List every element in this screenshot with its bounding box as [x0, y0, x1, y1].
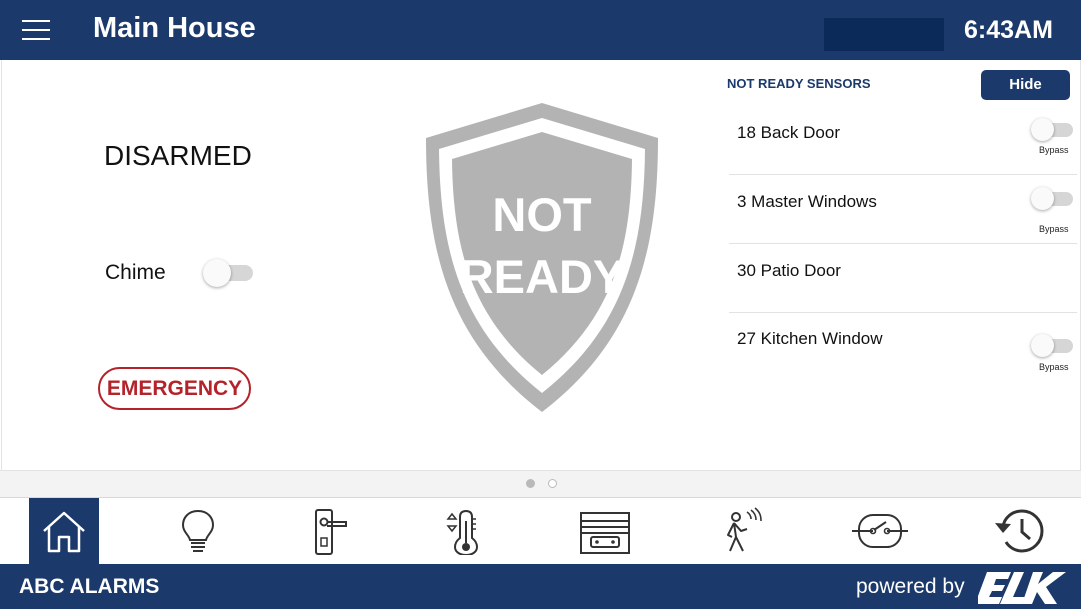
toggle-knob	[1031, 187, 1054, 210]
header-blank-panel	[824, 18, 944, 51]
motion-sensor-icon	[727, 507, 762, 552]
footer-bar: ABC ALARMS powered by	[0, 564, 1081, 609]
home-icon	[43, 511, 85, 553]
hamburger-menu-icon[interactable]	[22, 19, 50, 41]
sensor-name: 30 Patio Door	[737, 261, 841, 280]
nav-climate[interactable]	[431, 498, 501, 564]
top-bar: Main House 6:43AM	[0, 0, 1081, 60]
bottom-nav	[0, 498, 1081, 564]
brand-name: ABC ALARMS	[19, 575, 160, 598]
bypass-label: Bypass	[1039, 362, 1069, 372]
history-icon	[995, 509, 1044, 553]
toggle-knob	[1031, 118, 1054, 141]
page-indicator	[0, 470, 1081, 498]
sensor-row: 3 Master Windows Bypass	[729, 176, 1077, 244]
powered-by-label: powered by	[856, 575, 965, 598]
hide-button[interactable]: Hide	[981, 70, 1070, 100]
not-ready-sensors-heading: NOT READY SENSORS	[727, 76, 871, 91]
bypass-toggle[interactable]	[1031, 118, 1073, 142]
page-dot-2[interactable]	[548, 479, 557, 488]
page-title: Main House	[93, 12, 256, 44]
elk-logo	[978, 572, 1066, 604]
door-lock-icon	[315, 509, 347, 555]
garage-icon	[580, 512, 630, 554]
nav-lights[interactable]	[163, 498, 233, 564]
nav-garage[interactable]	[568, 498, 638, 564]
emergency-button[interactable]: EMERGENCY	[98, 367, 251, 410]
chime-label: Chime	[105, 261, 166, 284]
bypass-toggle[interactable]	[1031, 187, 1073, 211]
chime-toggle[interactable]	[203, 258, 253, 288]
shield-line-2: READY	[459, 250, 625, 303]
sensor-name: 27 Kitchen Window	[737, 329, 883, 348]
lightbulb-icon	[181, 509, 215, 552]
page-dot-1[interactable]	[526, 479, 535, 488]
sensor-row: 30 Patio Door	[729, 245, 1077, 313]
sensor-row: 18 Back Door Bypass	[729, 107, 1077, 175]
switch-icon	[852, 514, 908, 548]
nav-locks[interactable]	[297, 498, 367, 564]
thermostat-icon	[446, 509, 479, 555]
nav-outputs[interactable]	[840, 498, 910, 564]
sensor-name: 3 Master Windows	[737, 192, 877, 211]
sensor-row: 27 Kitchen Window Bypass	[729, 313, 1077, 381]
sensor-name: 18 Back Door	[737, 123, 840, 142]
bypass-label: Bypass	[1039, 145, 1069, 155]
toggle-knob	[203, 259, 231, 287]
toggle-knob	[1031, 334, 1054, 357]
shield-line-1: NOT	[492, 188, 592, 241]
bypass-label: Bypass	[1039, 224, 1069, 234]
nav-motion[interactable]	[703, 498, 773, 564]
arm-state-label: DISARMED	[104, 140, 252, 171]
nav-home[interactable]	[29, 498, 99, 564]
clock: 6:43AM	[964, 16, 1053, 44]
bypass-toggle[interactable]	[1031, 334, 1073, 358]
nav-history[interactable]	[981, 498, 1051, 564]
